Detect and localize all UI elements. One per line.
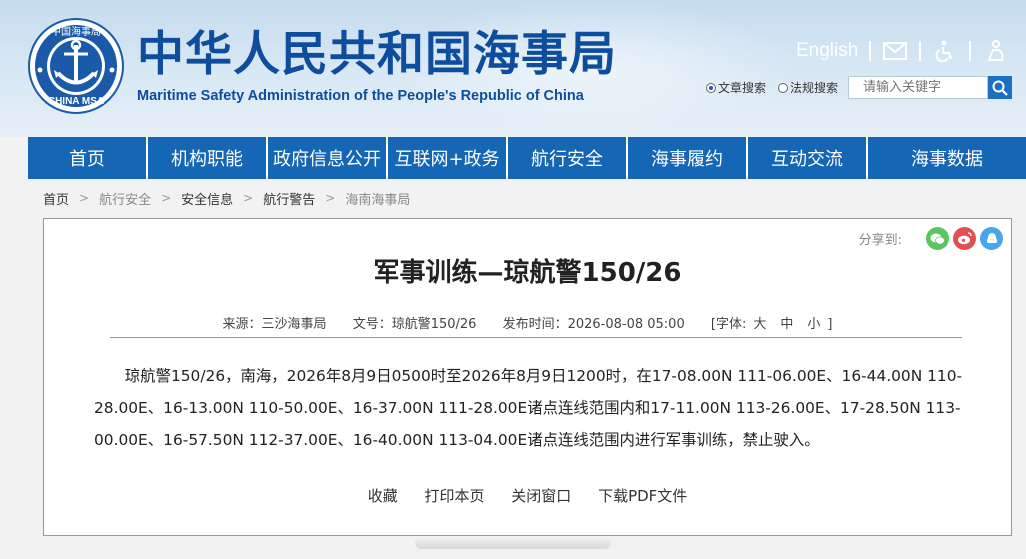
font-size-large[interactable]: 大 (753, 317, 766, 332)
breadcrumb-home[interactable]: 首页 (43, 189, 69, 208)
breadcrumb-separator: > (243, 191, 254, 205)
site-title-cn[interactable]: 中华人民共和国海事局 (137, 26, 617, 84)
regulation-search-label[interactable]: 法规搜索 (790, 79, 838, 96)
nav-interaction[interactable]: 互动交流 (748, 137, 868, 179)
share-label: 分享到: (858, 233, 902, 248)
breadcrumb-safety-info[interactable]: 安全信息 (181, 189, 233, 208)
breadcrumb-separator: > (161, 191, 172, 205)
breadcrumb: 首页 > 航行安全 > 安全信息 > 航行警告 > 海南海事局 (43, 189, 410, 208)
article-publish-time: 发布时间：2026-08-08 05:00 (502, 317, 685, 332)
elder-care-icon[interactable] (982, 40, 1008, 62)
close-window-link[interactable]: 关闭窗口 (511, 487, 571, 505)
divider (919, 41, 922, 61)
article-title: 军事训练—琼航警150/26 (373, 258, 682, 288)
share-bar: 分享到: (859, 227, 1003, 250)
breadcrumb-nav-warnings[interactable]: 航行警告 (263, 189, 315, 208)
site-header: 中国海事局 CHINA MSA 中华人民共和国海事局 Maritime Safe… (0, 0, 1026, 137)
article-doc-number: 文号：琼航警150/26 (352, 317, 477, 332)
accessibility-icon[interactable] (932, 40, 958, 62)
divider (969, 41, 972, 61)
top-links: English (796, 36, 1008, 66)
horizontal-scrollbar[interactable] (415, 537, 611, 549)
meta-divider (110, 337, 962, 338)
nav-gov-info[interactable]: 政府信息公开 (268, 137, 388, 179)
search-button[interactable] (988, 76, 1013, 99)
wechat-icon[interactable] (926, 227, 949, 250)
favorite-link[interactable]: 收藏 (368, 487, 398, 505)
weibo-icon[interactable] (953, 227, 976, 250)
search-bar: 文章搜索 法规搜索 (706, 76, 1013, 99)
font-size-small[interactable]: 小 (807, 317, 820, 332)
nav-functions[interactable]: 机构职能 (148, 137, 268, 179)
breadcrumb-separator: > (79, 191, 90, 205)
article-panel: 分享到: 军事训练—琼航警150/26 来源：三沙海事局 文号：琼航警150/2… (43, 218, 1012, 536)
article-source: 来源：三沙海事局 (222, 317, 327, 332)
breadcrumb-hainan-msa[interactable]: 海南海事局 (345, 189, 410, 208)
font-size-medium[interactable]: 中 (780, 317, 793, 332)
msa-logo-icon[interactable]: 中国海事局 CHINA MSA (26, 18, 126, 114)
article-search-label[interactable]: 文章搜索 (718, 79, 766, 96)
english-link[interactable]: English (796, 40, 858, 62)
article-body: 琼航警150/26，南海，2026年8月9日0500时至2026年8月9日120… (94, 367, 963, 449)
nav-home[interactable]: 首页 (28, 137, 148, 179)
font-size-switcher: [字体: 大中小] (711, 317, 833, 332)
print-link[interactable]: 打印本页 (424, 487, 484, 505)
main-nav: 首页 机构职能 政府信息公开 互联网+政务 航行安全 海事履约 互动交流 海事数… (28, 137, 1026, 179)
nav-data[interactable]: 海事数据 (868, 137, 1026, 179)
breadcrumb-separator: > (325, 191, 336, 205)
search-input[interactable] (848, 76, 989, 99)
divider (869, 41, 872, 61)
font-size-close: ] (827, 317, 833, 332)
site-title-en[interactable]: Maritime Safety Administration of the Pe… (137, 87, 584, 105)
regulation-search-radio[interactable] (778, 82, 789, 93)
nav-navigation-safety[interactable]: 航行安全 (508, 137, 628, 179)
font-size-label: [字体: (710, 317, 747, 332)
mail-icon[interactable] (882, 40, 908, 62)
nav-internet-gov[interactable]: 互联网+政务 (388, 137, 508, 179)
article-search-radio[interactable] (706, 82, 716, 93)
qq-icon[interactable] (980, 227, 1003, 250)
article-actions: 收藏 打印本页 关闭窗口 下载PDF文件 (44, 485, 1011, 506)
article-meta: 来源：三沙海事局 文号：琼航警150/26 发布时间：2026-08-08 05… (44, 313, 1011, 332)
logo-ring-text-bottom: CHINA MSA (48, 96, 104, 107)
breadcrumb-navigation-safety[interactable]: 航行安全 (99, 189, 151, 208)
download-pdf-link[interactable]: 下载PDF文件 (598, 487, 687, 505)
nav-convention[interactable]: 海事履约 (628, 137, 748, 179)
search-icon (992, 80, 1008, 96)
logo-ring-text-top: 中国海事局 (51, 25, 101, 38)
